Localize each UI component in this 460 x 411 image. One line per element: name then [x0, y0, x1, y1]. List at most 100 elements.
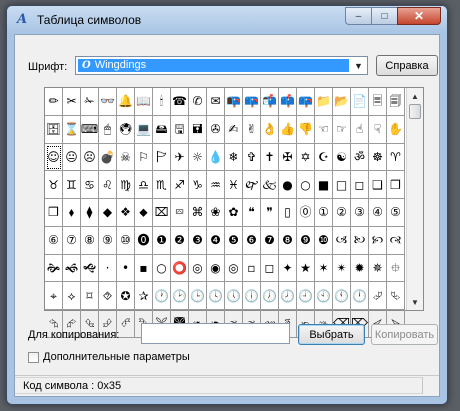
char-cell[interactable]: ♍: [117, 171, 135, 199]
advanced-checkbox[interactable]: [28, 351, 39, 363]
char-cell[interactable]: 🕓: [207, 282, 225, 310]
char-cell[interactable]: ✇: [207, 115, 225, 144]
char-cell[interactable]: ▯: [279, 199, 297, 227]
char-cell[interactable]: ②: [333, 199, 351, 227]
select-button[interactable]: Выбрать: [298, 324, 365, 345]
char-cell[interactable]: ⮹: [171, 199, 189, 227]
char-cell[interactable]: 💣: [99, 143, 117, 172]
char-cell[interactable]: ☸: [369, 143, 387, 172]
char-cell[interactable]: ⌘: [189, 199, 207, 227]
char-cell[interactable]: ❖: [117, 199, 135, 227]
char-cell[interactable]: ⭕: [171, 254, 189, 283]
char-cell[interactable]: 🕯: [153, 88, 171, 116]
char-cell[interactable]: ✈: [171, 143, 189, 172]
char-cell[interactable]: ⑤: [387, 199, 405, 227]
char-cell[interactable]: ⮶: [117, 310, 135, 338]
char-cell[interactable]: ☯: [333, 143, 351, 172]
char-cell[interactable]: ⌛: [63, 115, 81, 144]
char-cell[interactable]: ♑: [189, 171, 207, 199]
char-cell[interactable]: ⑨: [99, 226, 117, 255]
char-cell[interactable]: 🖲: [117, 115, 135, 144]
char-cell[interactable]: 👎: [297, 115, 315, 144]
minimize-button[interactable]: –: [345, 7, 371, 25]
char-cell[interactable]: ⚐: [135, 143, 153, 172]
char-cell[interactable]: ❹: [207, 226, 225, 255]
char-cell[interactable]: 📄: [351, 88, 369, 116]
char-cell[interactable]: 🖱: [99, 115, 117, 144]
char-cell[interactable]: 😐: [63, 143, 81, 172]
char-cell[interactable]: ✿: [225, 199, 243, 227]
char-cell[interactable]: ❼: [261, 226, 279, 255]
char-cell[interactable]: ♎: [135, 171, 153, 199]
char-cell[interactable]: ❽: [279, 226, 297, 255]
char-cell[interactable]: 🕖: [261, 282, 279, 310]
char-cell[interactable]: ❺: [225, 226, 243, 255]
char-cell[interactable]: ✉: [207, 88, 225, 116]
char-cell[interactable]: ⬧: [63, 199, 81, 227]
char-cell[interactable]: 🕙: [315, 282, 333, 310]
char-cell[interactable]: ☼: [189, 143, 207, 172]
char-cell[interactable]: ☜: [315, 115, 333, 144]
char-cell[interactable]: 🙣: [387, 226, 405, 255]
char-cell[interactable]: 📭: [225, 88, 243, 116]
char-cell[interactable]: ❝: [243, 199, 261, 227]
char-cell[interactable]: 🙡: [369, 226, 387, 255]
char-cell[interactable]: ❞: [261, 199, 279, 227]
char-cell[interactable]: ·: [99, 254, 117, 283]
char-cell[interactable]: ⌧: [153, 199, 171, 227]
char-cell[interactable]: ॐ: [351, 143, 369, 172]
char-cell[interactable]: ♐: [171, 171, 189, 199]
char-cell[interactable]: 🙠: [351, 226, 369, 255]
char-cell[interactable]: ⬥: [135, 199, 153, 227]
char-cell[interactable]: ♉: [45, 171, 63, 199]
char-cell[interactable]: 📖: [135, 88, 153, 116]
char-cell[interactable]: ❒: [387, 171, 405, 199]
char-cell[interactable]: ⯐: [387, 254, 405, 283]
char-cell[interactable]: 🏱: [153, 143, 171, 172]
char-cell[interactable]: 🕛: [351, 282, 369, 310]
char-cell[interactable]: ◎: [189, 254, 207, 283]
char-cell[interactable]: 👍: [279, 115, 297, 144]
scroll-down-icon[interactable]: ▼: [407, 294, 423, 310]
char-cell[interactable]: ⑥: [45, 226, 63, 255]
char-cell[interactable]: ☞: [333, 115, 351, 144]
char-cell[interactable]: 📂: [333, 88, 351, 116]
char-cell[interactable]: ❷: [171, 226, 189, 255]
grid-scrollbar[interactable]: ▲ ▼: [406, 88, 423, 310]
character-grid[interactable]: ✏ ✂ ✁ 👓 🔔 📖 🕯 ☎ ✆ ✉ 📭 📪 📬 📫 📪 📁 📂 📄 🗏 🗐 🗄 ⌛ ⌨ 🖱 🖲 💻 🖴 🖫 🖬 ✇ ✍ ✌ 👌 👍 👎 ☜ ☞ ☝ ☟ ✋…: [45, 88, 405, 338]
char-cell[interactable]: 💧: [207, 143, 225, 172]
copy-button[interactable]: Копировать: [371, 324, 438, 345]
font-dropdown[interactable]: O Wingdings ▼: [75, 56, 368, 75]
char-cell[interactable]: ⑦: [63, 226, 81, 255]
char-cell[interactable]: 🙝: [81, 254, 99, 283]
char-cell[interactable]: 🗐: [387, 88, 405, 116]
char-cell[interactable]: ❻: [243, 226, 261, 255]
char-cell[interactable]: ☝: [351, 115, 369, 144]
char-cell[interactable]: ●: [279, 171, 297, 199]
char-cell[interactable]: ❿: [315, 226, 333, 255]
char-cell[interactable]: ❄: [225, 143, 243, 172]
char-cell[interactable]: 📪: [297, 88, 315, 116]
char-cell[interactable]: ❀: [207, 199, 225, 227]
char-cell[interactable]: 👓: [99, 88, 117, 116]
char-cell[interactable]: ☺: [45, 143, 63, 172]
char-cell[interactable]: ⓿: [135, 226, 153, 255]
char-cell[interactable]: ✍: [225, 115, 243, 144]
char-cell[interactable]: ⑧: [81, 226, 99, 255]
char-cell[interactable]: ○: [153, 254, 171, 283]
char-cell[interactable]: ♏: [153, 171, 171, 199]
char-cell[interactable]: 🕘: [297, 282, 315, 310]
char-cell[interactable]: 🔔: [117, 88, 135, 116]
char-cell[interactable]: ✝: [261, 143, 279, 172]
char-cell[interactable]: 📬: [261, 88, 279, 116]
scroll-thumb[interactable]: [409, 104, 421, 119]
char-cell[interactable]: ⟡: [63, 282, 81, 310]
char-cell[interactable]: ♈: [387, 143, 405, 172]
char-cell[interactable]: ✋: [387, 115, 405, 144]
copy-input[interactable]: [141, 323, 290, 344]
char-cell[interactable]: ♒: [207, 171, 225, 199]
char-cell[interactable]: ✁: [81, 88, 99, 116]
char-cell[interactable]: ⑩: [117, 226, 135, 255]
char-cell[interactable]: ✂: [63, 88, 81, 116]
title-bar[interactable]: A Таблица символов – □ ✕: [7, 6, 447, 34]
